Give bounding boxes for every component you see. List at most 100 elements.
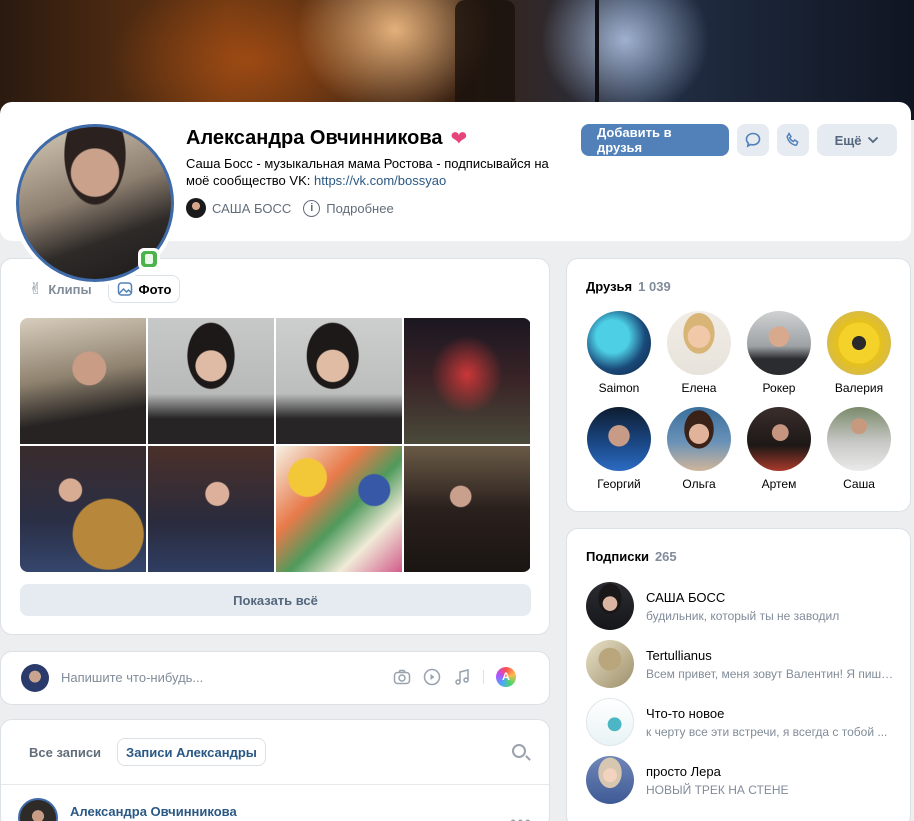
more-menu-button[interactable]: Ещё — [817, 124, 897, 156]
camera-icon[interactable] — [393, 668, 411, 686]
photo-thumb[interactable] — [404, 318, 530, 444]
community-link[interactable]: САША БОСС — [186, 198, 291, 218]
friend-item[interactable]: Рокер — [739, 311, 819, 395]
photos-card: ✌ Клипы Фото Показать всё — [0, 258, 550, 635]
image-icon — [117, 282, 132, 296]
composer-avatar — [21, 664, 49, 692]
subscription-item[interactable]: САША БОСС будильник, который ты не заводи… — [586, 582, 906, 630]
profile-actions: Добавить в друзья Ещё — [581, 124, 897, 156]
message-icon — [745, 132, 761, 148]
subscription-name: просто Лера — [646, 763, 721, 779]
music-icon[interactable] — [453, 668, 471, 686]
add-friend-button[interactable]: Добавить в друзья — [581, 124, 729, 156]
friend-avatar — [827, 311, 891, 375]
subscription-name: САША БОСС — [646, 589, 726, 605]
subscription-name: Что-то новое — [646, 705, 725, 721]
friend-item[interactable]: Артем — [739, 407, 819, 491]
composer-input[interactable]: Напишите что-нибудь... — [61, 670, 203, 685]
profile-status: Саша Босс - музыкальная мама Ростова - п… — [186, 156, 549, 188]
friend-name: Елена — [681, 381, 717, 395]
subscription-avatar — [586, 756, 634, 804]
composer-attachments: A — [393, 667, 516, 687]
phone-call-icon — [786, 131, 799, 147]
video-icon[interactable] — [423, 668, 441, 686]
friends-title[interactable]: Друзья 1 039 — [586, 279, 671, 294]
friend-avatar — [667, 311, 731, 375]
subscription-desc: к черту все эти встречи, я всегда с тобо… — [646, 724, 888, 739]
community-avatar — [186, 198, 206, 218]
photo-thumb[interactable] — [276, 318, 402, 444]
subscription-name: Tertullianus — [646, 647, 712, 663]
ai-assistant-icon[interactable]: A — [496, 667, 516, 687]
friend-avatar — [667, 407, 731, 471]
friend-name: Ольга — [682, 477, 716, 491]
wall-card: Все записи Записи Александры Александра … — [0, 719, 550, 821]
heart-icon: ❤ — [450, 128, 468, 150]
clips-icon: ✌ — [29, 281, 43, 298]
tab-own-posts[interactable]: Записи Александры — [117, 738, 266, 766]
tab-all-posts[interactable]: Все записи — [21, 738, 109, 766]
call-button[interactable] — [777, 124, 809, 156]
photo-thumb[interactable] — [276, 446, 402, 572]
friend-name: Рокер — [762, 381, 796, 395]
friend-name: Валерия — [834, 381, 884, 395]
status-link[interactable]: https://vk.com/bossyao — [314, 173, 446, 188]
info-icon: i — [303, 199, 321, 217]
friend-item[interactable]: Елена — [659, 311, 739, 395]
post-author-name[interactable]: Александра Овчинникова — [70, 804, 237, 819]
friend-item[interactable]: Георгий — [579, 407, 659, 491]
subscription-avatar — [586, 640, 634, 688]
message-button[interactable] — [737, 124, 769, 156]
friend-item[interactable]: Саша — [819, 407, 899, 491]
profile-meta: САША БОСС i Подробнее — [186, 198, 394, 218]
friend-name: Саша — [843, 477, 875, 491]
more-info-button[interactable]: i Подробнее — [303, 199, 394, 217]
friend-item[interactable]: Валерия — [819, 311, 899, 395]
friend-name: Артем — [761, 477, 797, 491]
composer-separator — [483, 670, 484, 684]
photo-thumb[interactable] — [20, 446, 146, 572]
friend-item[interactable]: Ольга — [659, 407, 739, 491]
subscription-item[interactable]: Что-то новое к черту все эти встречи, я в… — [586, 698, 906, 746]
subscription-desc: Всем привет, меня зовут Валентин! Я пишу… — [646, 666, 894, 681]
subscription-avatar — [586, 698, 634, 746]
subscription-item[interactable]: просто Лера НОВЫЙ ТРЕК НА СТЕНЕ — [586, 756, 906, 804]
subscription-item[interactable]: Tertullianus Всем привет, меня зовут Вале… — [586, 640, 906, 688]
photo-grid — [20, 318, 531, 572]
online-mobile-badge — [138, 248, 160, 270]
photo-thumb[interactable] — [148, 318, 274, 444]
friends-card: Друзья 1 039 Saimon Елена Рокер Валерия Г… — [566, 258, 911, 512]
cover-figure — [455, 0, 515, 105]
friend-name: Георгий — [597, 477, 641, 491]
friend-avatar — [587, 407, 651, 471]
post-more-icon[interactable]: ••• — [510, 812, 532, 821]
search-icon[interactable] — [512, 744, 526, 758]
post-header: Александра Овчинникова — [18, 798, 237, 821]
friend-name: Saimon — [598, 381, 640, 395]
friends-count: 1 039 — [638, 279, 671, 294]
cover-mic-stand — [595, 0, 599, 105]
friend-avatar — [587, 311, 651, 375]
subscriptions-list: САША БОСС будильник, который ты не заводи… — [586, 582, 906, 804]
wall-divider — [1, 784, 549, 785]
subscription-desc: НОВЫЙ ТРЕК НА СТЕНЕ — [646, 782, 789, 797]
friend-avatar — [747, 407, 811, 471]
friend-item[interactable]: Saimon — [579, 311, 659, 395]
friend-avatar — [747, 311, 811, 375]
profile-header-card: Александра Овчинникова ❤ Саша Босс - муз… — [0, 102, 911, 286]
subscription-avatar — [586, 582, 634, 630]
photo-thumb[interactable] — [148, 446, 274, 572]
friend-avatar — [827, 407, 891, 471]
photo-thumb[interactable] — [404, 446, 530, 572]
post-composer: Напишите что-нибудь... A — [0, 651, 550, 705]
subscriptions-card: Подписки 265 САША БОСС будильник, который … — [566, 528, 911, 821]
friends-grid: Saimon Елена Рокер Валерия Георгий Ольга… — [579, 311, 899, 491]
wall-tabs: Все записи Записи Александры — [21, 738, 266, 766]
subscription-desc: будильник, который ты не заводил — [646, 608, 840, 623]
profile-name: Александра Овчинникова ❤ — [186, 127, 468, 150]
subscriptions-title[interactable]: Подписки 265 — [586, 549, 677, 564]
chevron-down-icon — [868, 136, 879, 144]
show-all-photos-button[interactable]: Показать всё — [20, 584, 531, 616]
post-author-avatar[interactable] — [18, 798, 58, 821]
photo-thumb[interactable] — [20, 318, 146, 444]
